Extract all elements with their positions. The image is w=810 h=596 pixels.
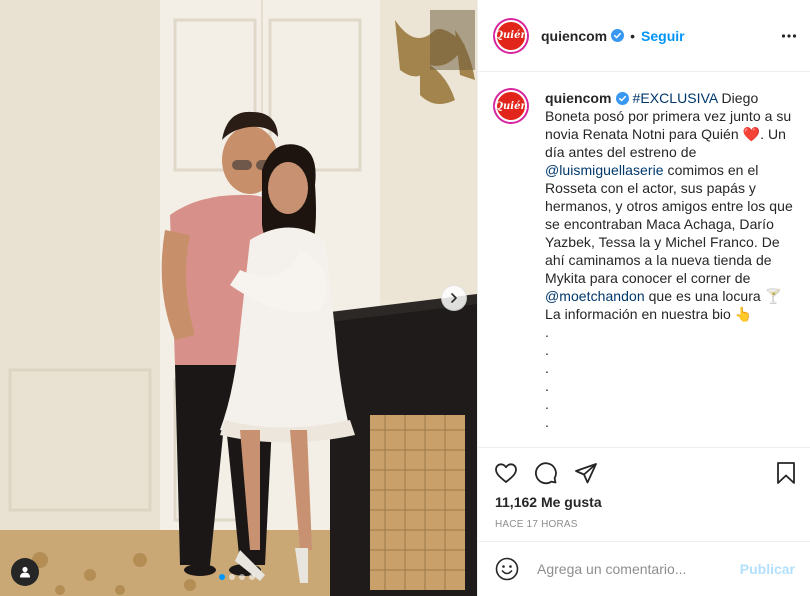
caption-dot: . [545, 342, 549, 358]
avatar-logo-text: Quién [494, 100, 528, 112]
more-horizontal-icon[interactable] [781, 28, 797, 44]
carousel-dot [229, 574, 235, 580]
comment-icon[interactable] [534, 461, 558, 485]
action-icons [494, 461, 598, 485]
caption-segment: La información en nuestra bio [545, 306, 735, 322]
user-icon [20, 566, 30, 578]
follow-button[interactable]: Seguir [641, 28, 685, 44]
cocktail-emoji: 🍸 [764, 288, 783, 304]
caption-text: quiencom #EXCLUSIVA Diego Boneta posó po… [545, 89, 797, 447]
caption-dot: . [545, 414, 549, 430]
avatar-logo-text: Quién [494, 30, 528, 41]
bookmark-icon[interactable] [774, 461, 798, 485]
caption-dot: . [545, 324, 549, 340]
post-header: Quién quiencom • Seguir [478, 0, 810, 72]
heart-icon[interactable] [494, 461, 518, 485]
hashtag-link[interactable]: #EXCLUSIVA [632, 90, 717, 106]
post-timestamp[interactable]: HACE 17 HORAS [495, 519, 578, 530]
mention-link[interactable]: @luismiguellaserie [545, 162, 664, 178]
caption-dot: . [545, 396, 549, 412]
share-icon[interactable] [574, 461, 598, 485]
post-image[interactable] [0, 0, 477, 596]
emoji-smile-icon[interactable] [495, 557, 519, 581]
chevron-right-icon [451, 293, 457, 303]
caption-segment: comimos en el Rosseta con el actor, sus … [545, 162, 793, 286]
photo-couple [0, 0, 477, 596]
carousel-next-button[interactable] [441, 285, 467, 311]
carousel-dot [249, 574, 255, 580]
verified-badge-icon [615, 92, 629, 105]
carousel-dot [239, 574, 245, 580]
carousel-indicator [219, 574, 255, 580]
caption-segment: que es una locura [644, 288, 765, 304]
separator: • [630, 27, 636, 44]
avatar[interactable]: Quién [494, 90, 528, 122]
pointing-up-emoji: 👆 [734, 306, 753, 322]
publish-button[interactable]: Publicar [740, 561, 795, 577]
caption-dot: . [545, 360, 549, 376]
verified-badge-icon [611, 29, 625, 42]
username-link[interactable]: quiencom [541, 28, 607, 44]
heart-emoji: ❤️ [742, 126, 761, 142]
carousel-dot [219, 574, 225, 580]
add-comment-bar: Publicar [478, 541, 810, 596]
post-caption: Quién quiencom #EXCLUSIVA Diego Boneta p… [478, 72, 810, 447]
avatar[interactable]: Quién [494, 19, 528, 52]
instagram-post: Quién quiencom • Seguir Quién quiencom #… [0, 0, 810, 596]
post-actions: 11,162 Me gusta HACE 17 HORAS [478, 447, 810, 530]
comment-input[interactable] [535, 560, 729, 578]
tagged-users-button[interactable] [11, 558, 39, 586]
mention-link[interactable]: @moetchandon [545, 288, 645, 304]
caption-username-link[interactable]: quiencom [545, 90, 612, 106]
likes-count[interactable]: 11,162 Me gusta [495, 494, 602, 510]
post-sidebar: Quién quiencom • Seguir Quién quiencom #… [477, 0, 810, 596]
caption-dot: . [545, 378, 549, 394]
